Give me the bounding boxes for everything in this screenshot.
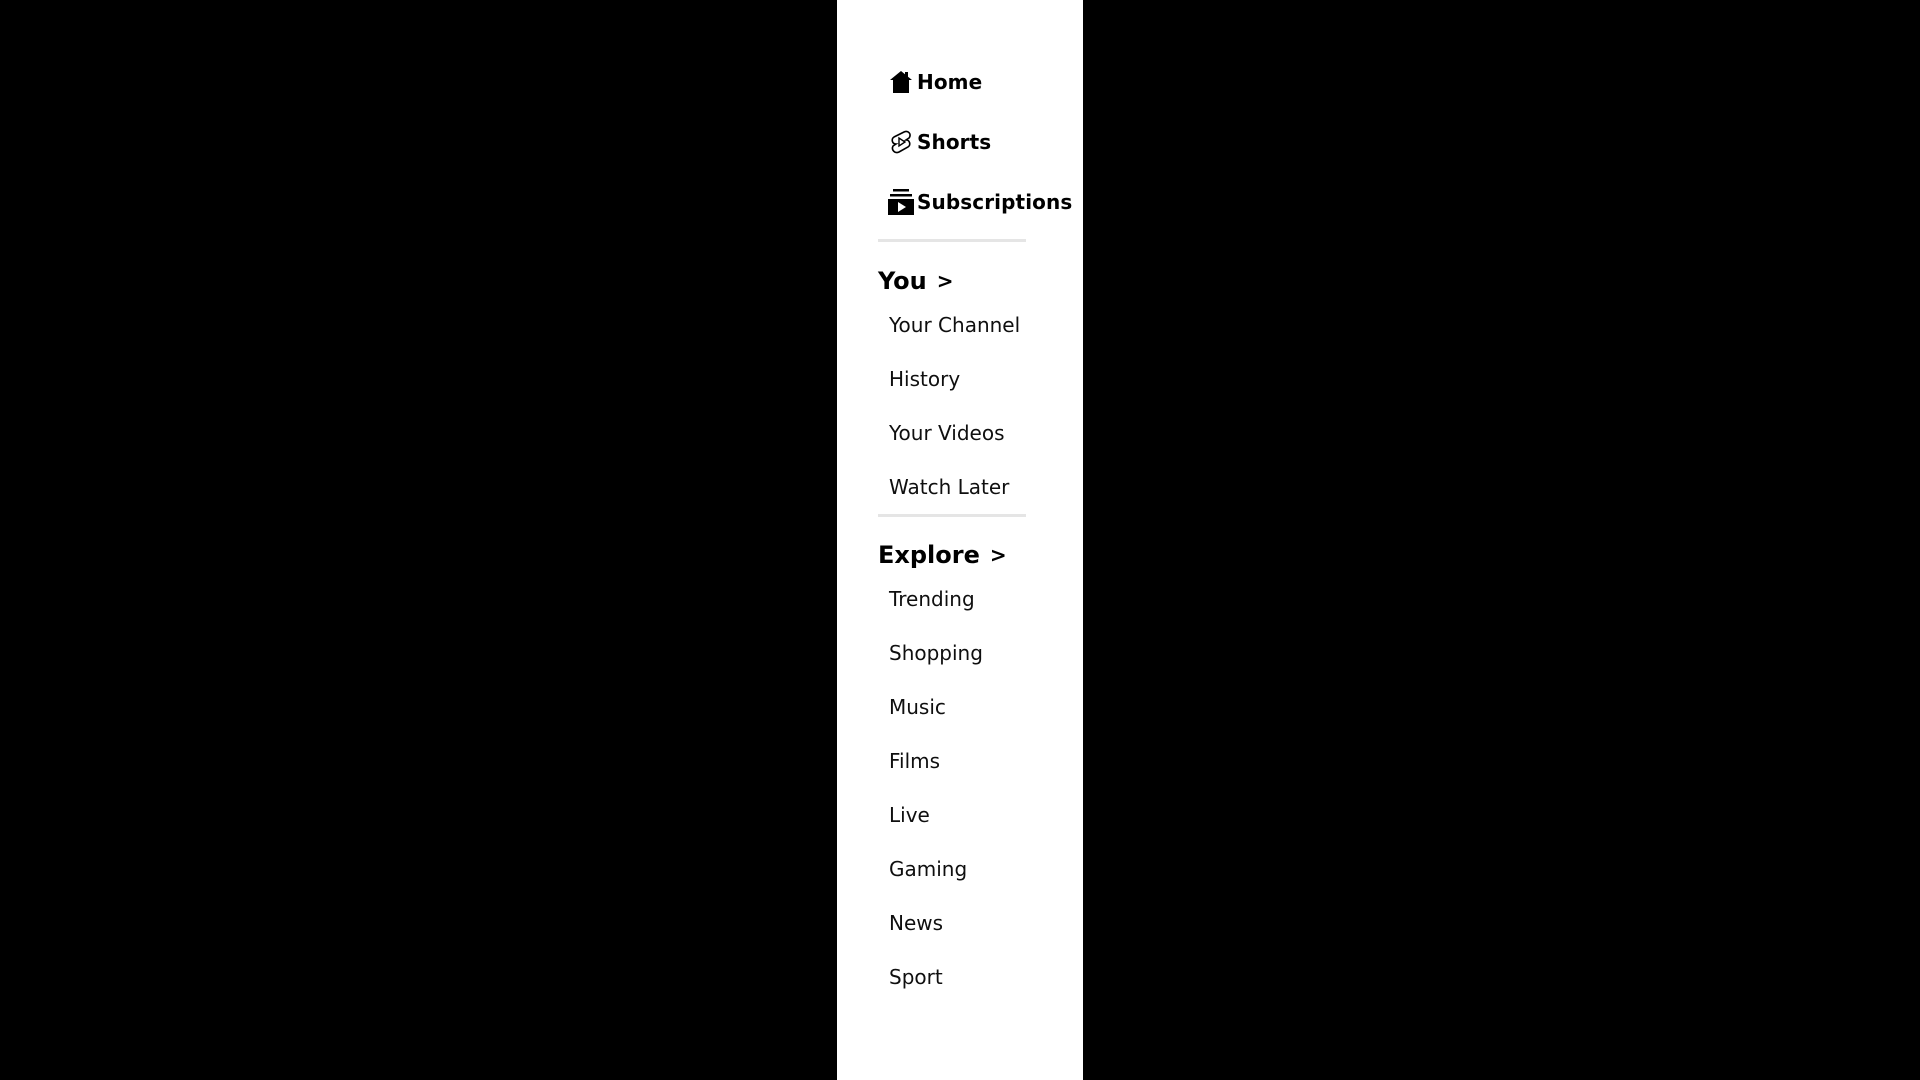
sidebar-item-shorts[interactable]: Shorts	[837, 112, 1083, 172]
sidebar-item-trending[interactable]: Trending	[837, 572, 1083, 626]
sidebar-item-history[interactable]: History	[837, 352, 1083, 406]
sidebar-item-subscriptions[interactable]: Subscriptions	[837, 172, 1083, 232]
section-title: Explore	[878, 541, 980, 569]
sidebar-item-your-channel[interactable]: Your Channel	[837, 298, 1083, 352]
you-list: Your Channel History Your Videos Watch L…	[837, 298, 1083, 514]
chevron-right-icon: >	[936, 269, 954, 293]
subscriptions-icon	[887, 188, 915, 216]
sidebar: Home Shorts Subscriptions You > Your Cha…	[837, 0, 1083, 1080]
sidebar-item-home[interactable]: Home	[837, 52, 1083, 112]
sidebar-item-label: Home	[917, 70, 983, 94]
sidebar-item-watch-later[interactable]: Watch Later	[837, 460, 1083, 514]
section-header-explore[interactable]: Explore >	[837, 538, 1083, 572]
sidebar-item-music[interactable]: Music	[837, 680, 1083, 734]
chevron-right-icon: >	[989, 543, 1007, 567]
sidebar-item-news[interactable]: News	[837, 896, 1083, 950]
explore-list: Trending Shopping Music Films Live Gamin…	[837, 572, 1083, 1004]
sidebar-item-label: Subscriptions	[917, 190, 1073, 214]
divider	[878, 239, 1026, 242]
sidebar-item-films[interactable]: Films	[837, 734, 1083, 788]
sidebar-item-sport[interactable]: Sport	[837, 950, 1083, 1004]
sidebar-item-your-videos[interactable]: Your Videos	[837, 406, 1083, 460]
section-header-you[interactable]: You >	[837, 264, 1083, 298]
sidebar-item-live[interactable]: Live	[837, 788, 1083, 842]
section-title: You	[878, 267, 927, 295]
divider	[878, 514, 1026, 517]
sidebar-item-shopping[interactable]: Shopping	[837, 626, 1083, 680]
sidebar-item-gaming[interactable]: Gaming	[837, 842, 1083, 896]
shorts-icon	[887, 128, 915, 156]
sidebar-item-label: Shorts	[917, 130, 992, 154]
home-icon	[887, 68, 915, 96]
